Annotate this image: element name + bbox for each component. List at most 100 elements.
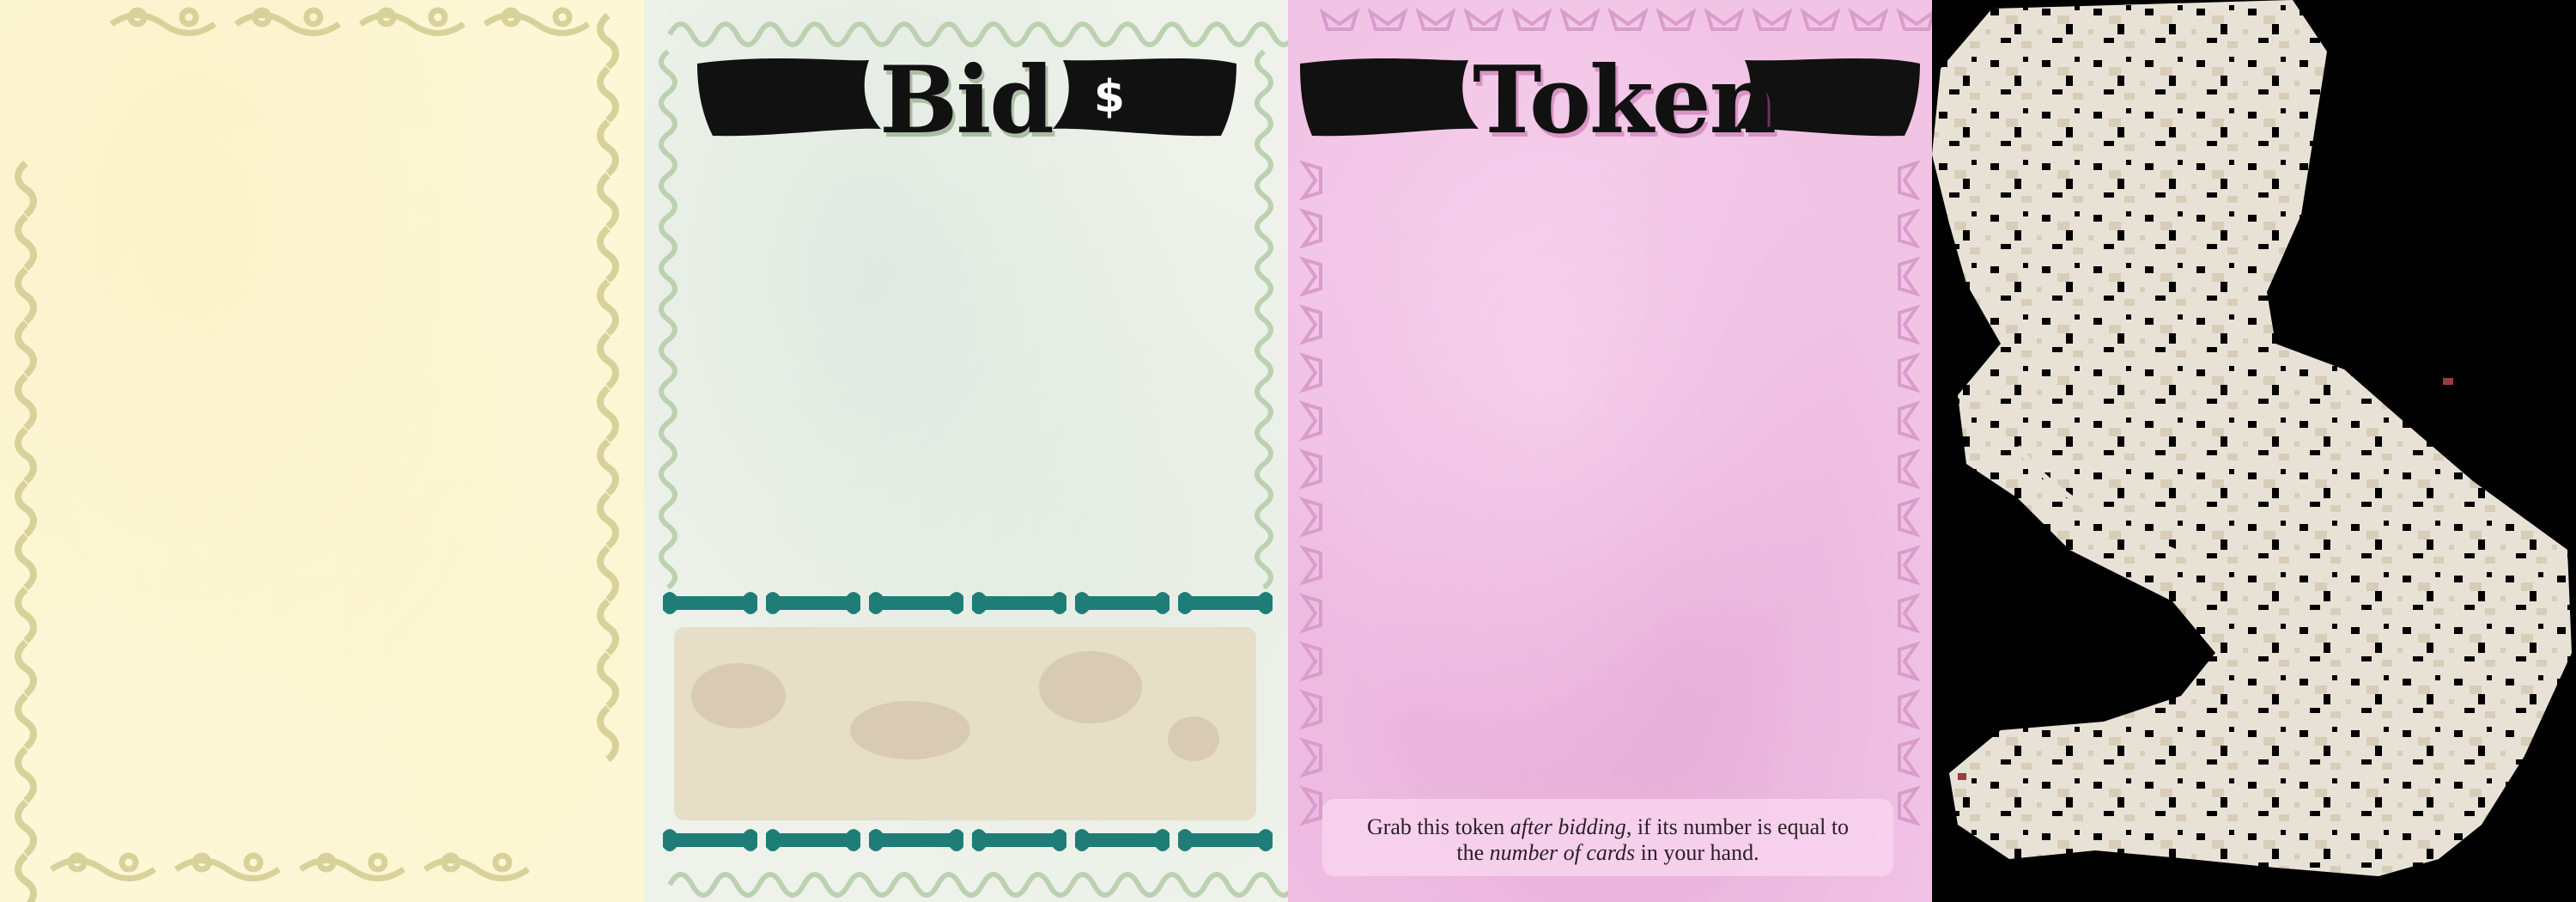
swirl-ornament: [712, 21, 762, 47]
swirl-ornament: [659, 296, 677, 343]
pink-ornament: [1299, 593, 1322, 634]
bid-card-panel: Bid $: [644, 0, 1288, 902]
pink-ornament: [1299, 737, 1322, 778]
pink-ornament: [1299, 256, 1322, 297]
swirl-ornament: [1255, 379, 1273, 425]
swirl-ornament: [1248, 21, 1288, 47]
pink-ornament: [1367, 8, 1408, 31]
swirl-ornament: [1114, 21, 1163, 47]
rules-emphasis-number-of-cards: number of cards: [1489, 840, 1636, 865]
scroll-ornament: [15, 479, 37, 538]
swirl-ornament: [659, 461, 677, 508]
pink-ornament: [1800, 8, 1841, 31]
rules-text-part: the: [1456, 840, 1490, 865]
teal-bone-divider: [663, 592, 757, 614]
teal-bone-divider: [1178, 829, 1273, 851]
rules-text-part: , if its number is equal to: [1625, 814, 1850, 839]
swirl-ornament: [1024, 21, 1074, 47]
swirl-ornament: [659, 131, 677, 178]
pink-ornament: [1898, 593, 1921, 634]
swirl-ornament: [1255, 503, 1273, 549]
swirl-ornament: [659, 49, 677, 95]
left-banner-ribbon: [1300, 58, 1479, 137]
scroll-ornament: [597, 65, 619, 124]
swirl-ornament: [1255, 255, 1273, 302]
swirl-ornament: [890, 21, 940, 47]
swirl-ornament: [659, 255, 677, 302]
pink-ornament: [1607, 8, 1649, 31]
cream-card-panel: [0, 0, 644, 902]
swirl-ornament: [1255, 173, 1273, 219]
stain: [691, 663, 786, 728]
left-scroll-ornaments: [15, 160, 37, 902]
rules-text: Grab this token after bidding, if its nu…: [1322, 814, 1893, 866]
scroll-ornament: [597, 225, 619, 283]
pink-ornament: [1848, 8, 1889, 31]
swirl-ornament: [1255, 338, 1273, 384]
dollar-icon: $: [1093, 71, 1126, 123]
scroll-ornament: [15, 373, 37, 431]
swirl-ornament: [1158, 21, 1208, 47]
right-banner-ribbon: [1053, 58, 1236, 137]
stain: [1039, 651, 1142, 723]
pink-ornament: [1299, 785, 1322, 826]
pink-ornament: [1299, 304, 1322, 345]
swirl-ornament: [980, 21, 1030, 47]
swirl-ornament: [1114, 872, 1163, 898]
scroll-ornament: [49, 852, 157, 881]
stain: [1168, 716, 1219, 761]
teal-bone-divider: [1178, 592, 1273, 614]
swirl-ornament: [1255, 296, 1273, 343]
swirl-ornament: [846, 21, 896, 47]
scroll-ornament: [358, 7, 466, 36]
swirl-ornament: [1203, 872, 1253, 898]
pink-ornament: [1559, 8, 1601, 31]
swirl-ornament: [1255, 461, 1273, 508]
pink-ornament: [1319, 8, 1360, 31]
swirl-ornament: [1255, 131, 1273, 178]
scroll-ornament: [15, 426, 37, 485]
swirl-ornament: [1255, 544, 1273, 590]
scroll-ornament: [597, 598, 619, 656]
swirl-ornament: [1255, 420, 1273, 466]
scroll-ornament: [597, 332, 619, 390]
scroll-ornament: [597, 438, 619, 497]
swirl-ornament: [1248, 872, 1288, 898]
pink-ornament: [1752, 8, 1793, 31]
pink-ornament: [1898, 352, 1921, 393]
stain: [850, 701, 970, 759]
swirl-ornament: [1255, 49, 1273, 95]
scroll-ornament: [15, 266, 37, 325]
pink-ornament: [1898, 497, 1921, 538]
pink-ornament: [1299, 497, 1322, 538]
scroll-ornament: [597, 651, 619, 710]
pink-ornament: [1898, 785, 1921, 826]
pink-ornament: [1898, 641, 1921, 682]
bid-title: Bid: [879, 46, 1054, 155]
swirl-ornament: [756, 872, 806, 898]
swirl-ornament: [1069, 21, 1119, 47]
rules-text-part: in your hand.: [1635, 840, 1759, 865]
red-speck: [2443, 378, 2453, 385]
pink-ornament: [1898, 256, 1921, 297]
scroll-ornament: [15, 160, 37, 218]
token-shape-mask: [1932, 0, 2572, 876]
pink-ornament: [1299, 160, 1322, 201]
teal-bone-divider: [663, 829, 757, 851]
scroll-ornament: [15, 586, 37, 644]
pink-ornament: [1299, 641, 1322, 682]
swirl-ornament: [1024, 872, 1074, 898]
pink-ornament: [1896, 8, 1932, 31]
left-banner-ribbon: [697, 58, 881, 137]
teal-bone-divider: [1075, 829, 1170, 851]
swirl-ornament: [712, 872, 762, 898]
swirl-ornament: [801, 21, 851, 47]
swirl-ornament: [659, 90, 677, 137]
scroll-ornament: [173, 852, 282, 881]
pink-ornament: [1463, 8, 1504, 31]
scroll-ornament: [597, 545, 619, 603]
cream-card-ornament-border: [15, 7, 619, 902]
teal-bone-divider: [1075, 592, 1170, 614]
scroll-ornament: [597, 704, 619, 763]
pink-ornament: [1299, 689, 1322, 730]
